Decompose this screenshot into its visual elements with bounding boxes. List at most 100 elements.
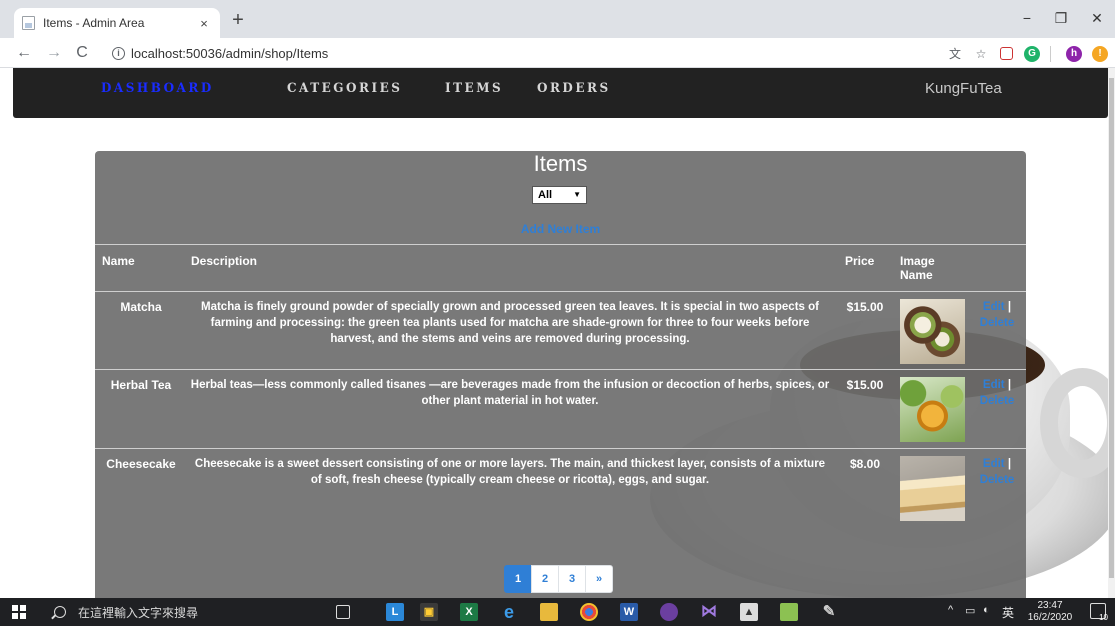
word-icon[interactable]: W — [620, 603, 638, 621]
item-price: $15.00 — [846, 300, 884, 314]
column-header-name: Name — [102, 254, 135, 268]
nav-orders[interactable]: ORDERS — [537, 81, 611, 96]
chrome-icon[interactable] — [580, 603, 598, 621]
row-divider — [95, 448, 1026, 449]
column-header-price: Price — [845, 254, 875, 268]
store-icon[interactable]: ▣ — [420, 603, 438, 621]
nav-categories[interactable]: CATEGORIES — [287, 81, 402, 96]
tray-expand-icon[interactable]: ^ — [948, 604, 953, 616]
paint-icon[interactable]: ✎ — [820, 603, 838, 621]
notepad-icon[interactable] — [780, 603, 798, 621]
volume-icon[interactable]: ◐ — [983, 604, 990, 616]
window-minimize-button[interactable]: − — [1013, 10, 1041, 26]
item-name: Herbal Tea — [110, 378, 172, 392]
row-actions: Edit | Delete — [973, 299, 1021, 331]
item-image — [900, 456, 965, 521]
page-favicon-icon — [22, 16, 35, 30]
brand-name[interactable]: KungFuTea — [925, 80, 1002, 97]
page-3-button[interactable]: 3 — [558, 565, 586, 593]
translate-icon[interactable]: 文 — [947, 46, 963, 62]
tab-close-icon[interactable]: × — [196, 16, 212, 31]
reload-icon[interactable]: C — [72, 43, 92, 63]
edit-link[interactable]: Edit — [983, 379, 1005, 391]
item-name: Cheesecake — [106, 457, 176, 471]
nav-dashboard[interactable]: DASHBOARD — [101, 81, 214, 96]
action-separator: | — [1007, 379, 1012, 391]
page-scrollbar[interactable] — [1108, 68, 1115, 598]
bookmark-star-icon[interactable]: ☆ — [973, 46, 989, 62]
app-circle-icon[interactable] — [660, 603, 678, 621]
item-image — [900, 299, 965, 364]
edit-link[interactable]: Edit — [983, 301, 1005, 313]
window-close-button[interactable]: ✕ — [1083, 10, 1111, 27]
item-description: Cheesecake is a sweet dessert consisting… — [194, 458, 826, 486]
extension-pocket-icon[interactable] — [1000, 47, 1013, 60]
add-new-item-link[interactable]: Add New Item — [95, 222, 1026, 236]
site-info-icon[interactable]: i — [112, 46, 125, 60]
window-restore-button[interactable]: ❐ — [1047, 10, 1075, 27]
clock-date: 16/2/2020 — [1027, 612, 1073, 623]
next-page-button[interactable]: » — [585, 565, 613, 593]
item-price: $15.00 — [846, 378, 884, 392]
photos-icon[interactable]: ▲ — [740, 603, 758, 621]
network-icon[interactable]: ▭ — [965, 604, 975, 617]
address-bar[interactable]: i localhost:50036/admin/shop/Items — [100, 41, 930, 65]
site-navbar: DASHBOARD CATEGORIES ITEMS ORDERS KungFu… — [13, 68, 1108, 118]
item-image — [900, 377, 965, 442]
windows-taskbar: 在這裡輸入文字來搜尋 L ▣ X e W ⋈ ▲ ✎ ^ ▭ ◐ 英 23:47… — [0, 598, 1115, 626]
profile-avatar[interactable]: h — [1066, 46, 1082, 62]
row-actions: Edit | Delete — [973, 456, 1021, 488]
search-icon — [54, 606, 66, 618]
browser-tab[interactable]: Items - Admin Area × — [14, 8, 220, 38]
page-viewport: DASHBOARD CATEGORIES ITEMS ORDERS KungFu… — [0, 68, 1108, 598]
page-1-button[interactable]: 1 — [504, 565, 532, 593]
pagination: 1 2 3 » — [504, 565, 613, 593]
row-divider — [95, 291, 1026, 292]
visual-studio-icon[interactable]: ⋈ — [700, 603, 718, 621]
excel-icon[interactable]: X — [460, 603, 478, 621]
item-name: Matcha — [120, 300, 162, 314]
tab-title: Items - Admin Area — [43, 16, 145, 30]
toolbar-divider — [1050, 46, 1051, 62]
task-view-icon[interactable] — [336, 605, 350, 619]
clock-time: 23:47 — [1037, 600, 1063, 611]
delete-link[interactable]: Delete — [980, 395, 1015, 407]
edge-icon[interactable]: e — [500, 603, 518, 621]
edit-link[interactable]: Edit — [983, 458, 1005, 470]
column-header-description: Description — [191, 254, 258, 268]
page-2-button[interactable]: 2 — [531, 565, 559, 593]
item-description: Matcha is finely ground powder of specia… — [201, 301, 819, 345]
items-panel: Items All ▼ Add New Item Name Descriptio… — [95, 151, 1026, 598]
dropdown-arrow-icon: ▼ — [573, 190, 581, 199]
page-title: Items — [533, 151, 588, 176]
forward-arrow-icon[interactable]: → — [44, 43, 64, 63]
update-alert-icon[interactable]: ! — [1092, 46, 1108, 62]
taskbar-search-placeholder: 在這裡輸入文字來搜尋 — [78, 605, 199, 620]
delete-link[interactable]: Delete — [980, 474, 1015, 486]
category-filter-value: All — [538, 189, 553, 201]
notification-icon[interactable]: 10 — [1090, 603, 1108, 622]
column-header-image-name: Image Name — [900, 254, 935, 282]
taskbar-search[interactable]: 在這裡輸入文字來搜尋 — [48, 601, 318, 623]
browser-toolbar: ← → C i localhost:50036/admin/shop/Items… — [0, 38, 1115, 68]
delete-link[interactable]: Delete — [980, 317, 1015, 329]
file-explorer-icon[interactable] — [540, 603, 558, 621]
scrollbar-thumb[interactable] — [1109, 78, 1114, 578]
row-divider — [95, 369, 1026, 370]
action-separator: | — [1007, 458, 1012, 470]
row-actions: Edit | Delete — [973, 377, 1021, 409]
browser-tab-bar: Items - Admin Area × + − ❐ ✕ — [0, 0, 1115, 38]
taskbar-clock[interactable]: 23:47 16/2/2020 — [1020, 600, 1080, 624]
header-divider — [95, 244, 1026, 245]
category-filter-select[interactable]: All ▼ — [532, 186, 587, 204]
windows-start-icon[interactable] — [12, 605, 26, 619]
url-text: localhost:50036/admin/shop/Items — [131, 45, 329, 61]
nav-items[interactable]: ITEMS — [445, 81, 503, 96]
notification-count: 10 — [1099, 613, 1108, 622]
extension-grammarly-icon[interactable]: G — [1024, 46, 1040, 62]
input-language[interactable]: 英 — [1002, 604, 1014, 621]
item-price: $8.00 — [849, 457, 881, 471]
new-tab-button[interactable]: + — [228, 10, 248, 30]
back-arrow-icon[interactable]: ← — [14, 43, 34, 63]
app-l-icon[interactable]: L — [386, 603, 404, 621]
